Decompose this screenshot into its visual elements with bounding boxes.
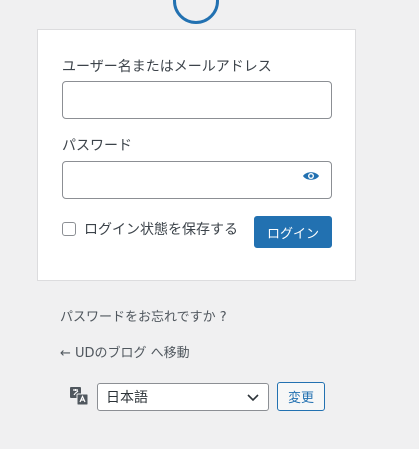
password-label: パスワード [62,138,132,154]
remember-label[interactable]: ログイン状態を保存する [84,219,238,239]
lost-password-link[interactable]: パスワードをお忘れですか ? [60,309,227,327]
language-select[interactable]: 日本語 [97,383,269,411]
chevron-down-icon [247,394,259,402]
translate-icon [69,386,89,406]
eye-icon[interactable] [298,163,324,189]
remember-checkbox[interactable] [62,222,76,236]
language-selected: 日本語 [106,390,148,406]
site-logo[interactable] [173,0,219,24]
username-label: ユーザー名またはメールアドレス [62,59,272,75]
change-language-button[interactable]: 変更 [277,382,325,411]
login-button[interactable]: ログイン [254,216,332,248]
username-input[interactable] [62,81,332,119]
back-to-blog-link[interactable]: ← UDのブログ へ移動 [60,345,190,363]
remember-me[interactable]: ログイン状態を保存する [62,219,238,239]
login-form: ユーザー名またはメールアドレス パスワード ログイン状態を保存する ログイン [37,29,356,281]
password-input[interactable] [62,161,332,199]
